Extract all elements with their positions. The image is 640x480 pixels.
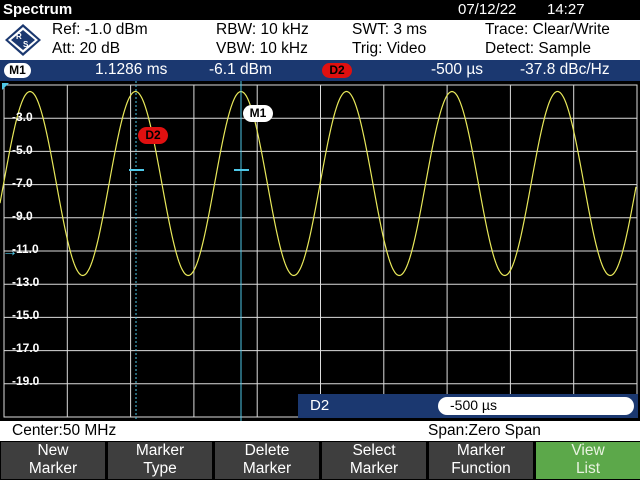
vbw: VBW: 10 kHz bbox=[216, 40, 308, 57]
marker-function-button[interactable]: Marker Function bbox=[429, 442, 533, 479]
signal-trace bbox=[0, 90, 637, 277]
y-axis-label: -5.0 bbox=[12, 143, 33, 157]
entry-label: D2 bbox=[310, 397, 330, 414]
d2-level: -37.8 dBc/Hz bbox=[520, 61, 610, 78]
svg-text:R: R bbox=[16, 32, 22, 41]
trace-mode: Trace: Clear/Write bbox=[485, 21, 610, 38]
span: Span:Zero Span bbox=[428, 422, 541, 439]
entry-value: -500 µs bbox=[450, 397, 497, 413]
y-axis-label: -15.0 bbox=[12, 308, 40, 322]
trigger: Trig: Video bbox=[352, 40, 427, 57]
title-bar: Spectrum 07/12/22 14:27 bbox=[0, 0, 640, 20]
mode-title: Spectrum bbox=[3, 1, 73, 18]
view-list-button[interactable]: View List bbox=[536, 442, 640, 479]
svg-text:S: S bbox=[23, 40, 29, 49]
attenuation: Att: 20 dB bbox=[52, 40, 121, 57]
select-marker-button[interactable]: Select Marker bbox=[322, 442, 426, 479]
marker-readout-bar: M1 1.1286 ms -6.1 dBm D2 -500 µs -37.8 d… bbox=[0, 60, 640, 81]
trace-display[interactable]: -3.0 -5.0 -7.0 -9.0 -11.0 -13.0 -15.0 -17.0 -19.… bbox=[0, 81, 640, 421]
new-marker-button[interactable]: New Marker bbox=[1, 442, 105, 479]
detector: Detect: Sample bbox=[485, 40, 591, 57]
trace-corner-marker-icon bbox=[2, 83, 9, 90]
sweep-time: SWT: 3 ms bbox=[352, 21, 427, 38]
y-axis-label: -19.0 bbox=[12, 374, 40, 388]
rbw: RBW: 10 kHz bbox=[216, 21, 309, 38]
y-axis-label: -9.0 bbox=[12, 209, 33, 223]
m1-level: -6.1 dBm bbox=[209, 61, 272, 78]
marker-type-button[interactable]: Marker Type bbox=[108, 442, 212, 479]
frequency-bar: Center:50 MHz Span:Zero Span bbox=[0, 421, 640, 441]
rohde-schwarz-logo-icon: R S bbox=[5, 24, 41, 56]
d2-time: -500 µs bbox=[431, 61, 484, 78]
y-axis-label: -7.0 bbox=[12, 176, 33, 190]
settings-panel: R S Ref: -1.0 dBm Att: 20 dB RBW: 10 kHz… bbox=[0, 20, 640, 60]
date-display: 07/12/22 bbox=[458, 1, 517, 18]
softkey-bar: New Marker Marker Type Delete Marker Select… bbox=[0, 441, 640, 480]
entry-value-field[interactable]: -500 µs bbox=[438, 397, 634, 415]
y-axis-label: -17.0 bbox=[12, 341, 40, 355]
m1-time: 1.1286 ms bbox=[95, 61, 168, 78]
y-axis-label: -13.0 bbox=[12, 275, 40, 289]
time-display: 14:27 bbox=[547, 1, 585, 18]
arrow-right-icon: → bbox=[2, 243, 18, 260]
ref-level: Ref: -1.0 dBm bbox=[52, 21, 148, 38]
delta-d2-badge: D2 bbox=[322, 63, 352, 78]
marker-entry-dialog: D2 -500 µs bbox=[298, 394, 638, 418]
center-frequency: Center:50 MHz bbox=[12, 422, 117, 439]
y-axis-label: -3.0 bbox=[12, 110, 33, 124]
marker-m1-badge: M1 bbox=[4, 63, 31, 78]
marker-d2-label[interactable]: D2 bbox=[138, 127, 168, 144]
delete-marker-button[interactable]: Delete Marker bbox=[215, 442, 319, 479]
trace-plot[interactable] bbox=[0, 81, 640, 421]
marker-m1-label[interactable]: M1 bbox=[243, 105, 273, 122]
